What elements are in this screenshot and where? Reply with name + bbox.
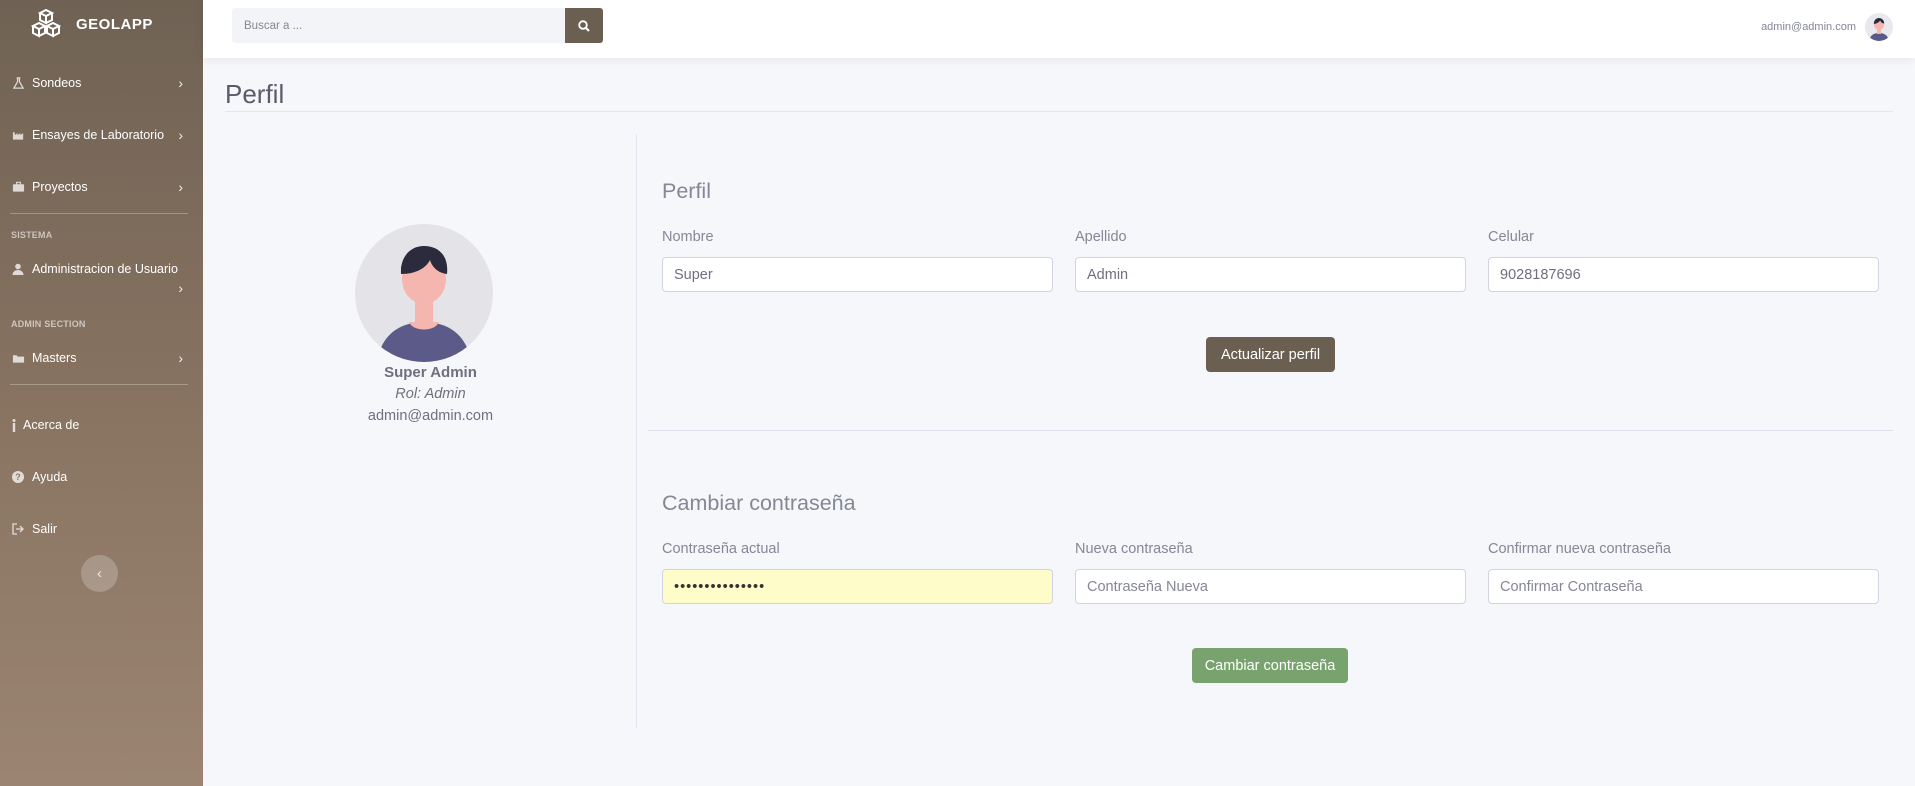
confirm-password-label: Confirmar nueva contraseña <box>1488 541 1671 557</box>
profile-section-title: Perfil <box>662 179 711 203</box>
sidebar-toggle-button[interactable]: ‹ <box>81 555 118 592</box>
sidebar-item-label: Ayuda <box>32 470 68 484</box>
folder-icon <box>11 351 25 365</box>
user-menu[interactable]: admin@admin.com <box>1761 13 1893 41</box>
search-input[interactable] <box>232 8 565 43</box>
current-password-label: Contraseña actual <box>662 541 780 557</box>
user-icon <box>11 262 25 276</box>
celular-field[interactable] <box>1488 257 1879 292</box>
profile-name: Super Admin <box>384 364 477 381</box>
new-password-label: Nueva contraseña <box>1075 541 1193 557</box>
sidebar-divider <box>10 384 188 385</box>
industry-icon <box>11 128 25 142</box>
sidebar-item-label: Masters <box>32 351 77 365</box>
sidebar-item-ayuda[interactable]: ? Ayuda <box>0 465 203 489</box>
sidebar-item-label: Acerca de <box>23 418 80 432</box>
search-button[interactable] <box>565 8 603 43</box>
sidebar-item-ensayes[interactable]: Ensayes de Laboratorio › <box>0 123 203 147</box>
search-group <box>232 8 604 43</box>
sidebar-item-label: Ensayes de Laboratorio <box>32 128 165 142</box>
apellido-label: Apellido <box>1075 229 1127 245</box>
profile-email: admin@admin.com <box>367 408 494 424</box>
user-email: admin@admin.com <box>1761 21 1856 33</box>
sidebar-item-proyectos[interactable]: Proyectos › <box>0 175 203 199</box>
sidebar: GEOLAPP Sondeos › Ensayes de Laboratorio… <box>0 0 203 786</box>
sidebar-item-label: Sondeos <box>32 76 82 90</box>
sidebar-item-label: Administracion de Usuario <box>32 262 178 276</box>
new-password-field[interactable] <box>1075 569 1466 604</box>
topbar: admin@admin.com <box>203 0 1915 58</box>
section-divider <box>648 430 1893 431</box>
vertical-divider <box>636 134 637 728</box>
flask-icon <box>11 76 25 90</box>
chevron-right-icon: › <box>178 127 183 143</box>
confirm-password-field[interactable] <box>1488 569 1879 604</box>
section-heading-admin: ADMIN SECTION <box>11 319 86 329</box>
sidebar-item-sondeos[interactable]: Sondeos › <box>0 71 203 95</box>
chevron-left-icon: ‹ <box>97 565 102 582</box>
profile-role: Rol: Admin <box>395 386 466 402</box>
info-icon <box>11 418 16 432</box>
chevron-right-icon: › <box>178 75 183 91</box>
search-icon <box>578 19 590 32</box>
chevron-right-icon: › <box>178 179 183 195</box>
password-section-title: Cambiar contraseña <box>662 491 856 515</box>
sidebar-item-masters[interactable]: Masters › <box>0 346 203 370</box>
avatar <box>355 224 493 362</box>
cubes-logo-icon <box>30 8 62 38</box>
sidebar-item-label: Proyectos <box>32 180 88 194</box>
sign-out-icon <box>11 522 25 536</box>
sidebar-item-acerca[interactable]: Acerca de <box>0 413 203 437</box>
nombre-field[interactable] <box>662 257 1053 292</box>
brand-name: GEOLAPP <box>76 15 153 33</box>
chevron-right-icon: › <box>178 280 183 296</box>
nombre-label: Nombre <box>662 229 714 245</box>
apellido-field[interactable] <box>1075 257 1466 292</box>
question-circle-icon: ? <box>11 470 25 484</box>
section-heading-sistema: SISTEMA <box>11 230 53 240</box>
chevron-right-icon: › <box>178 350 183 366</box>
celular-label: Celular <box>1488 229 1534 245</box>
brand[interactable]: GEOLAPP <box>0 0 203 48</box>
change-password-button[interactable]: Cambiar contraseña <box>1192 648 1348 683</box>
svg-text:?: ? <box>15 472 21 482</box>
briefcase-icon <box>11 180 25 194</box>
current-password-field[interactable] <box>662 569 1053 604</box>
sidebar-divider <box>10 213 188 214</box>
page-title: Perfil <box>225 79 285 109</box>
sidebar-item-salir[interactable]: Salir <box>0 517 203 541</box>
sidebar-item-usuarios[interactable]: Administracion de Usuario › <box>0 258 203 298</box>
update-profile-button[interactable]: Actualizar perfil <box>1206 337 1335 372</box>
sidebar-item-label: Salir <box>32 522 58 536</box>
title-divider <box>225 111 1893 112</box>
avatar <box>1865 13 1893 41</box>
